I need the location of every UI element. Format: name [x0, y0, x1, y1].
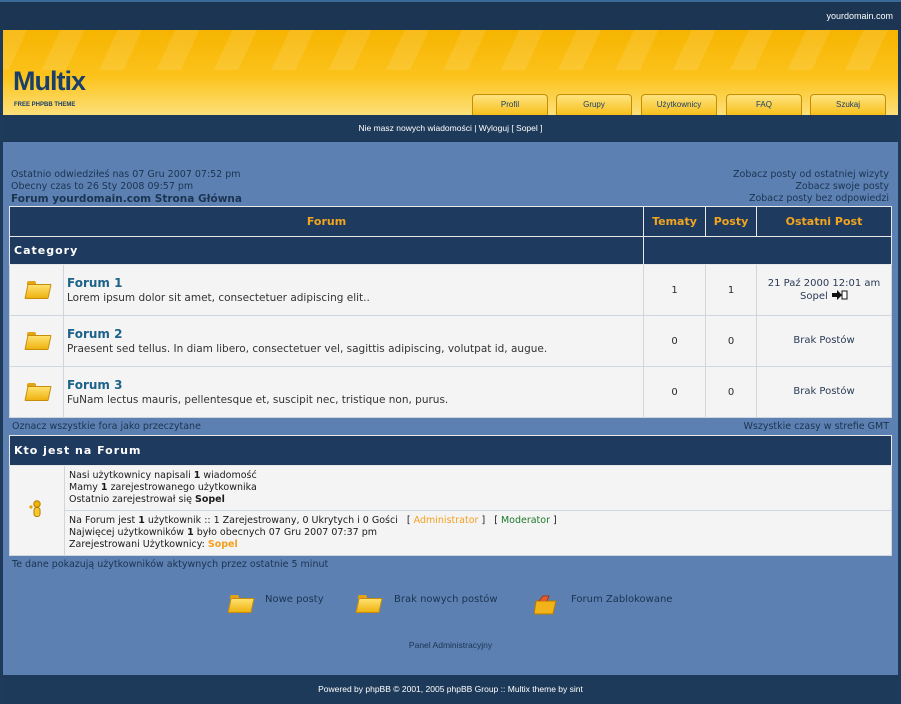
active-users-note: Te dane pokazują użytkowników aktywnych … — [12, 559, 329, 570]
forum-desc: FuNam lectus mauris, pellentesque et, su… — [67, 394, 449, 406]
folder-icon — [26, 382, 48, 399]
forum-desc: Praesent sed tellus. In diam libero, con… — [67, 343, 548, 355]
col-last-post: Ostatni Post — [756, 206, 892, 237]
search-links: Zobacz posty od ostatniej wizyty Zobacz … — [733, 169, 889, 205]
footer: Powered by phpBB © 2001, 2005 phpBB Grou… — [3, 675, 898, 704]
topics-count: 0 — [643, 366, 706, 418]
newest-user-link[interactable]: Sopel — [195, 494, 225, 505]
who-title: Kto jest na Forum — [9, 435, 892, 466]
legend-locked: Forum Zablokowane — [571, 594, 673, 605]
legend-administrator: Administrator — [413, 515, 479, 526]
stats-block: Nasi użytkownicy napisali 1 wiadomość Ma… — [64, 465, 892, 511]
user-bar: Nie masz nowych wiadomości | Wyloguj [ S… — [3, 115, 898, 142]
users-online-icon — [29, 499, 41, 517]
last-post: Brak Postów — [756, 315, 892, 367]
topics-count: 0 — [643, 315, 706, 367]
forum-desc: Lorem ipsum dolor sit amet, consectetuer… — [67, 292, 370, 304]
forum-table: Forum Tematy Posty Ostatni Post Category… — [9, 206, 892, 418]
visit-info: Ostatnio odwiedziłeś nas 07 Gru 2007 07:… — [11, 169, 242, 205]
nav-profil[interactable]: Profil — [472, 94, 548, 115]
table-row: Forum 1 Lorem ipsum dolor sit amet, conse… — [9, 264, 892, 316]
last-post-date: 21 Paź 2000 12:01 am — [767, 277, 881, 289]
col-topics: Tematy — [643, 206, 706, 237]
topics-count: 1 — [643, 264, 706, 316]
online-user-link[interactable]: Sopel — [208, 539, 238, 550]
folder-icon — [26, 331, 48, 348]
timezone-note: Wszystkie czasy w strefie GMT — [743, 421, 889, 432]
no-new-posts-folder-icon — [357, 595, 379, 611]
posts-count: 1 — [705, 264, 757, 316]
new-posts-folder-icon — [229, 595, 251, 611]
col-posts: Posty — [705, 206, 757, 237]
col-forum: Forum — [9, 206, 644, 237]
view-latest-post-icon[interactable] — [831, 289, 848, 300]
legend-moderator: Moderator — [500, 515, 550, 526]
legend-no-new-posts: Brak nowych postów — [394, 594, 498, 605]
messages-link[interactable]: Nie masz nowych wiadomości — [358, 123, 471, 133]
category-name[interactable]: Category — [9, 236, 644, 265]
current-time: Obecny czas to 26 Sty 2008 09:57 pm — [11, 181, 194, 192]
nav-szukaj[interactable]: Szukaj — [810, 94, 886, 115]
header-banner: Multix FREE PHPBB THEME Profil Grupy Uży… — [3, 30, 898, 115]
top-bar: yourdomain.com — [0, 0, 901, 30]
link-own-posts[interactable]: Zobacz swoje posty — [733, 181, 889, 193]
posts-count: 0 — [705, 315, 757, 367]
table-row: Forum 2 Praesent sed tellus. In diam libe… — [9, 315, 892, 367]
folder-icon — [26, 280, 48, 297]
link-unanswered[interactable]: Zobacz posty bez odpowiedzi — [733, 193, 889, 205]
last-post: Brak Postów — [756, 366, 892, 418]
logo-subtitle: FREE PHPBB THEME — [14, 102, 76, 108]
main-content: Ostatnio odwiedziłeś nas 07 Gru 2007 07:… — [3, 142, 898, 675]
site-domain: yourdomain.com — [826, 11, 893, 21]
locked-folder-icon — [533, 595, 560, 615]
nav-grupy[interactable]: Grupy — [556, 94, 632, 115]
last-post-user[interactable]: Sopel — [800, 291, 828, 302]
nav-uzytkownicy[interactable]: Użytkownicy — [641, 94, 717, 115]
online-block: Na Forum jest 1 użytkownik :: 1 Zarejest… — [64, 510, 892, 556]
last-visit: Ostatnio odwiedziłeś nas 07 Gru 2007 07:… — [11, 169, 241, 180]
table-row: Forum 3 FuNam lectus mauris, pellentesque… — [9, 366, 892, 418]
index-link[interactable]: Forum yourdomain.com Strona Główna — [11, 193, 242, 205]
forum-name[interactable]: Forum 1 — [67, 276, 643, 290]
nav-faq[interactable]: FAQ — [726, 94, 802, 115]
last-post: 21 Paź 2000 12:01 am Sopel — [756, 264, 892, 316]
who-is-online-table: Kto jest na Forum Nasi użytkownicy napis… — [9, 435, 892, 556]
forum-name[interactable]: Forum 3 — [67, 378, 643, 392]
logout-link[interactable]: Wyloguj [ Sopel ] — [479, 123, 543, 133]
link-new-posts[interactable]: Zobacz posty od ostatniej wizyty — [733, 169, 889, 181]
admin-panel-link[interactable]: Panel Administracyjny — [3, 640, 898, 650]
forum-name[interactable]: Forum 2 — [67, 327, 643, 341]
mark-all-read-link[interactable]: Oznacz wszystkie fora jako przeczytane — [12, 421, 201, 432]
posts-count: 0 — [705, 366, 757, 418]
legend-new-posts: Nowe posty — [265, 594, 324, 605]
logo-title[interactable]: Multix — [13, 66, 86, 97]
